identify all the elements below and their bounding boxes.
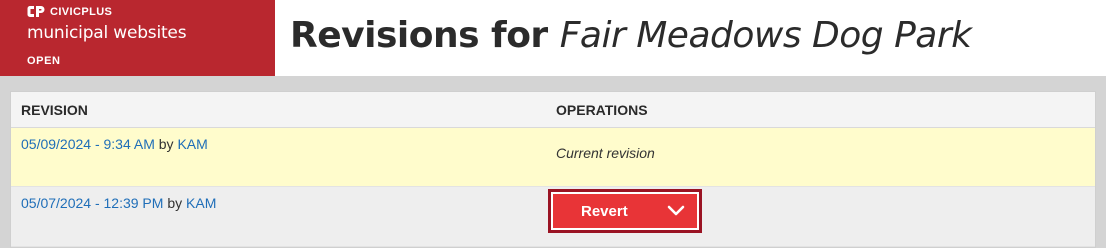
revision-date-link[interactable]: 05/07/2024 - 12:39 PM [21, 195, 163, 211]
page-title-name: Fair Meadows Dog Park [559, 15, 972, 56]
operations-cell: Revert [548, 186, 1095, 247]
brand-block[interactable]: CIVICPLUS municipal websites OPEN [0, 0, 275, 76]
revert-button-label: Revert [581, 202, 628, 220]
revision-author-link[interactable]: KAM [186, 195, 216, 211]
civicplus-logo-icon [27, 6, 45, 17]
current-revision-label: Current revision [556, 145, 655, 161]
revision-cell: 05/07/2024 - 12:39 PM by KAM [11, 186, 556, 247]
table-row: 05/09/2024 - 9:34 AM by KAM Current revi… [11, 127, 1095, 187]
operations-cell: Current revision [556, 127, 1095, 187]
brand-logo-row: CIVICPLUS [27, 5, 112, 18]
revision-author-link[interactable]: KAM [177, 136, 207, 152]
site-header: CIVICPLUS municipal websites OPEN Revisi… [0, 0, 1106, 76]
revert-button-focus-ring: Revert [548, 189, 702, 233]
column-header-revision: REVISION [11, 92, 556, 128]
chevron-down-icon[interactable] [667, 205, 685, 217]
table-header-row: REVISION OPERATIONS [11, 92, 1095, 128]
page-title-prefix: Revisions for [290, 15, 560, 56]
revisions-table: REVISION OPERATIONS 05/09/2024 - 9:34 AM… [11, 92, 1095, 247]
brand-status: OPEN [27, 55, 61, 67]
brand-name: CIVICPLUS [50, 5, 113, 18]
column-header-operations: OPERATIONS [556, 92, 1095, 128]
revert-button[interactable]: Revert [553, 194, 697, 228]
revision-by-text: by [163, 195, 187, 211]
revisions-table-container: REVISION OPERATIONS 05/09/2024 - 9:34 AM… [10, 91, 1096, 248]
revision-by-text: by [154, 136, 178, 152]
brand-product: municipal websites [27, 23, 187, 43]
table-row: 05/07/2024 - 12:39 PM by KAM Revert [11, 186, 1095, 247]
revision-cell: 05/09/2024 - 9:34 AM by KAM [11, 127, 556, 187]
page-title: Revisions for Fair Meadows Dog Park [290, 13, 972, 59]
revision-date-link[interactable]: 05/09/2024 - 9:34 AM [21, 136, 155, 152]
